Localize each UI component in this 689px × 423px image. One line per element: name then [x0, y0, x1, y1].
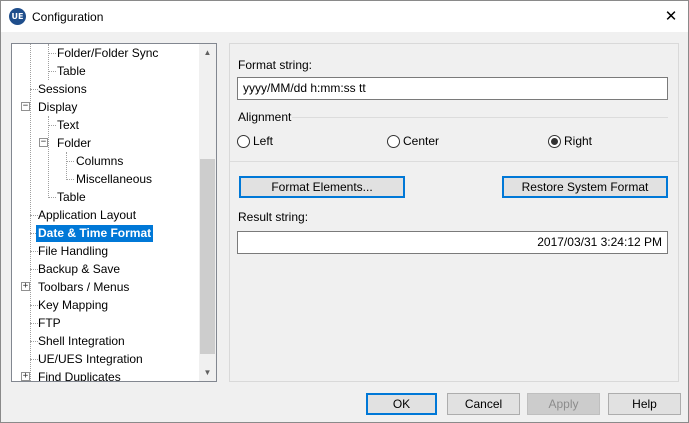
- ok-button[interactable]: OK: [366, 393, 437, 415]
- tree-item-backup-save[interactable]: Backup & Save: [36, 261, 122, 278]
- tree-item-text[interactable]: Text: [55, 117, 81, 134]
- expand-find-duplicates-icon[interactable]: +: [21, 372, 30, 381]
- format-elements-button[interactable]: Format Elements...: [239, 176, 405, 198]
- cancel-button[interactable]: Cancel: [447, 393, 520, 415]
- tree-item-shell-integration[interactable]: Shell Integration: [36, 333, 127, 350]
- apply-button: Apply: [527, 393, 600, 415]
- tree-item-application-layout[interactable]: Application Layout: [36, 207, 138, 224]
- alignment-label: Alignment: [238, 110, 292, 124]
- result-string-label: Result string:: [238, 210, 309, 224]
- radio-right[interactable]: Right: [548, 133, 592, 149]
- restore-system-format-button[interactable]: Restore System Format: [502, 176, 668, 198]
- tree-item-folder-sync[interactable]: Folder/Folder Sync: [55, 45, 160, 62]
- settings-tree[interactable]: − − + + Folder/Folder Sync Table Session…: [11, 43, 217, 382]
- help-button[interactable]: Help: [608, 393, 681, 415]
- tree-item-miscellaneous[interactable]: Miscellaneous: [74, 171, 154, 188]
- tree-item-display[interactable]: Display: [36, 99, 79, 116]
- format-string-input[interactable]: yyyy/MM/dd h:mm:ss tt: [237, 77, 668, 100]
- tree-content: − − + + Folder/Folder Sync Table Session…: [12, 44, 200, 381]
- app-icon: UE: [9, 8, 26, 25]
- tree-scrollbar[interactable]: ▲ ▼: [199, 44, 216, 381]
- collapse-folder-icon[interactable]: −: [39, 138, 48, 147]
- scroll-up-icon[interactable]: ▲: [199, 44, 216, 61]
- scroll-down-icon[interactable]: ▼: [199, 364, 216, 381]
- tree-item-find-duplicates[interactable]: Find Duplicates: [36, 369, 123, 381]
- tree-item-table-2[interactable]: Table: [55, 189, 88, 206]
- radio-right-label: Right: [564, 134, 593, 148]
- result-string-output: 2017/03/31 3:24:12 PM: [237, 231, 668, 254]
- radio-center[interactable]: Center: [387, 133, 439, 149]
- radio-center-label: Center: [403, 134, 440, 148]
- radio-left-circle[interactable]: [237, 134, 250, 148]
- tree-item-columns[interactable]: Columns: [74, 153, 125, 170]
- tree-item-ue-ues-integration[interactable]: UE/UES Integration: [36, 351, 145, 368]
- scroll-thumb[interactable]: [200, 159, 215, 354]
- format-string-label: Format string:: [238, 58, 313, 72]
- radio-right-circle[interactable]: [548, 134, 561, 148]
- alignment-divider: [292, 117, 668, 118]
- tree-item-ftp[interactable]: FTP: [36, 315, 63, 332]
- configuration-dialog: UE Configuration ✕ − − + + Folder/Folder…: [0, 0, 689, 423]
- tree-item-folder[interactable]: Folder: [55, 135, 93, 152]
- buttons-divider: [230, 161, 678, 162]
- radio-left[interactable]: Left: [237, 133, 273, 149]
- window-title: Configuration: [32, 10, 104, 24]
- close-icon[interactable]: ✕: [654, 1, 688, 31]
- tree-item-toolbars-menus[interactable]: Toolbars / Menus: [36, 279, 131, 296]
- date-time-format-panel: Format string: yyyy/MM/dd h:mm:ss tt Ali…: [229, 43, 679, 382]
- collapse-display-icon[interactable]: −: [21, 102, 30, 111]
- tree-item-file-handling[interactable]: File Handling: [36, 243, 110, 260]
- radio-center-circle[interactable]: [387, 134, 400, 148]
- tree-item-table[interactable]: Table: [55, 63, 88, 80]
- expand-toolbars-icon[interactable]: +: [21, 282, 30, 291]
- tree-item-sessions[interactable]: Sessions: [36, 81, 89, 98]
- tree-item-key-mapping[interactable]: Key Mapping: [36, 297, 110, 314]
- radio-left-label: Left: [253, 134, 274, 148]
- title-bar: UE Configuration ✕: [1, 1, 688, 32]
- tree-item-date-time-format[interactable]: Date & Time Format: [36, 225, 154, 242]
